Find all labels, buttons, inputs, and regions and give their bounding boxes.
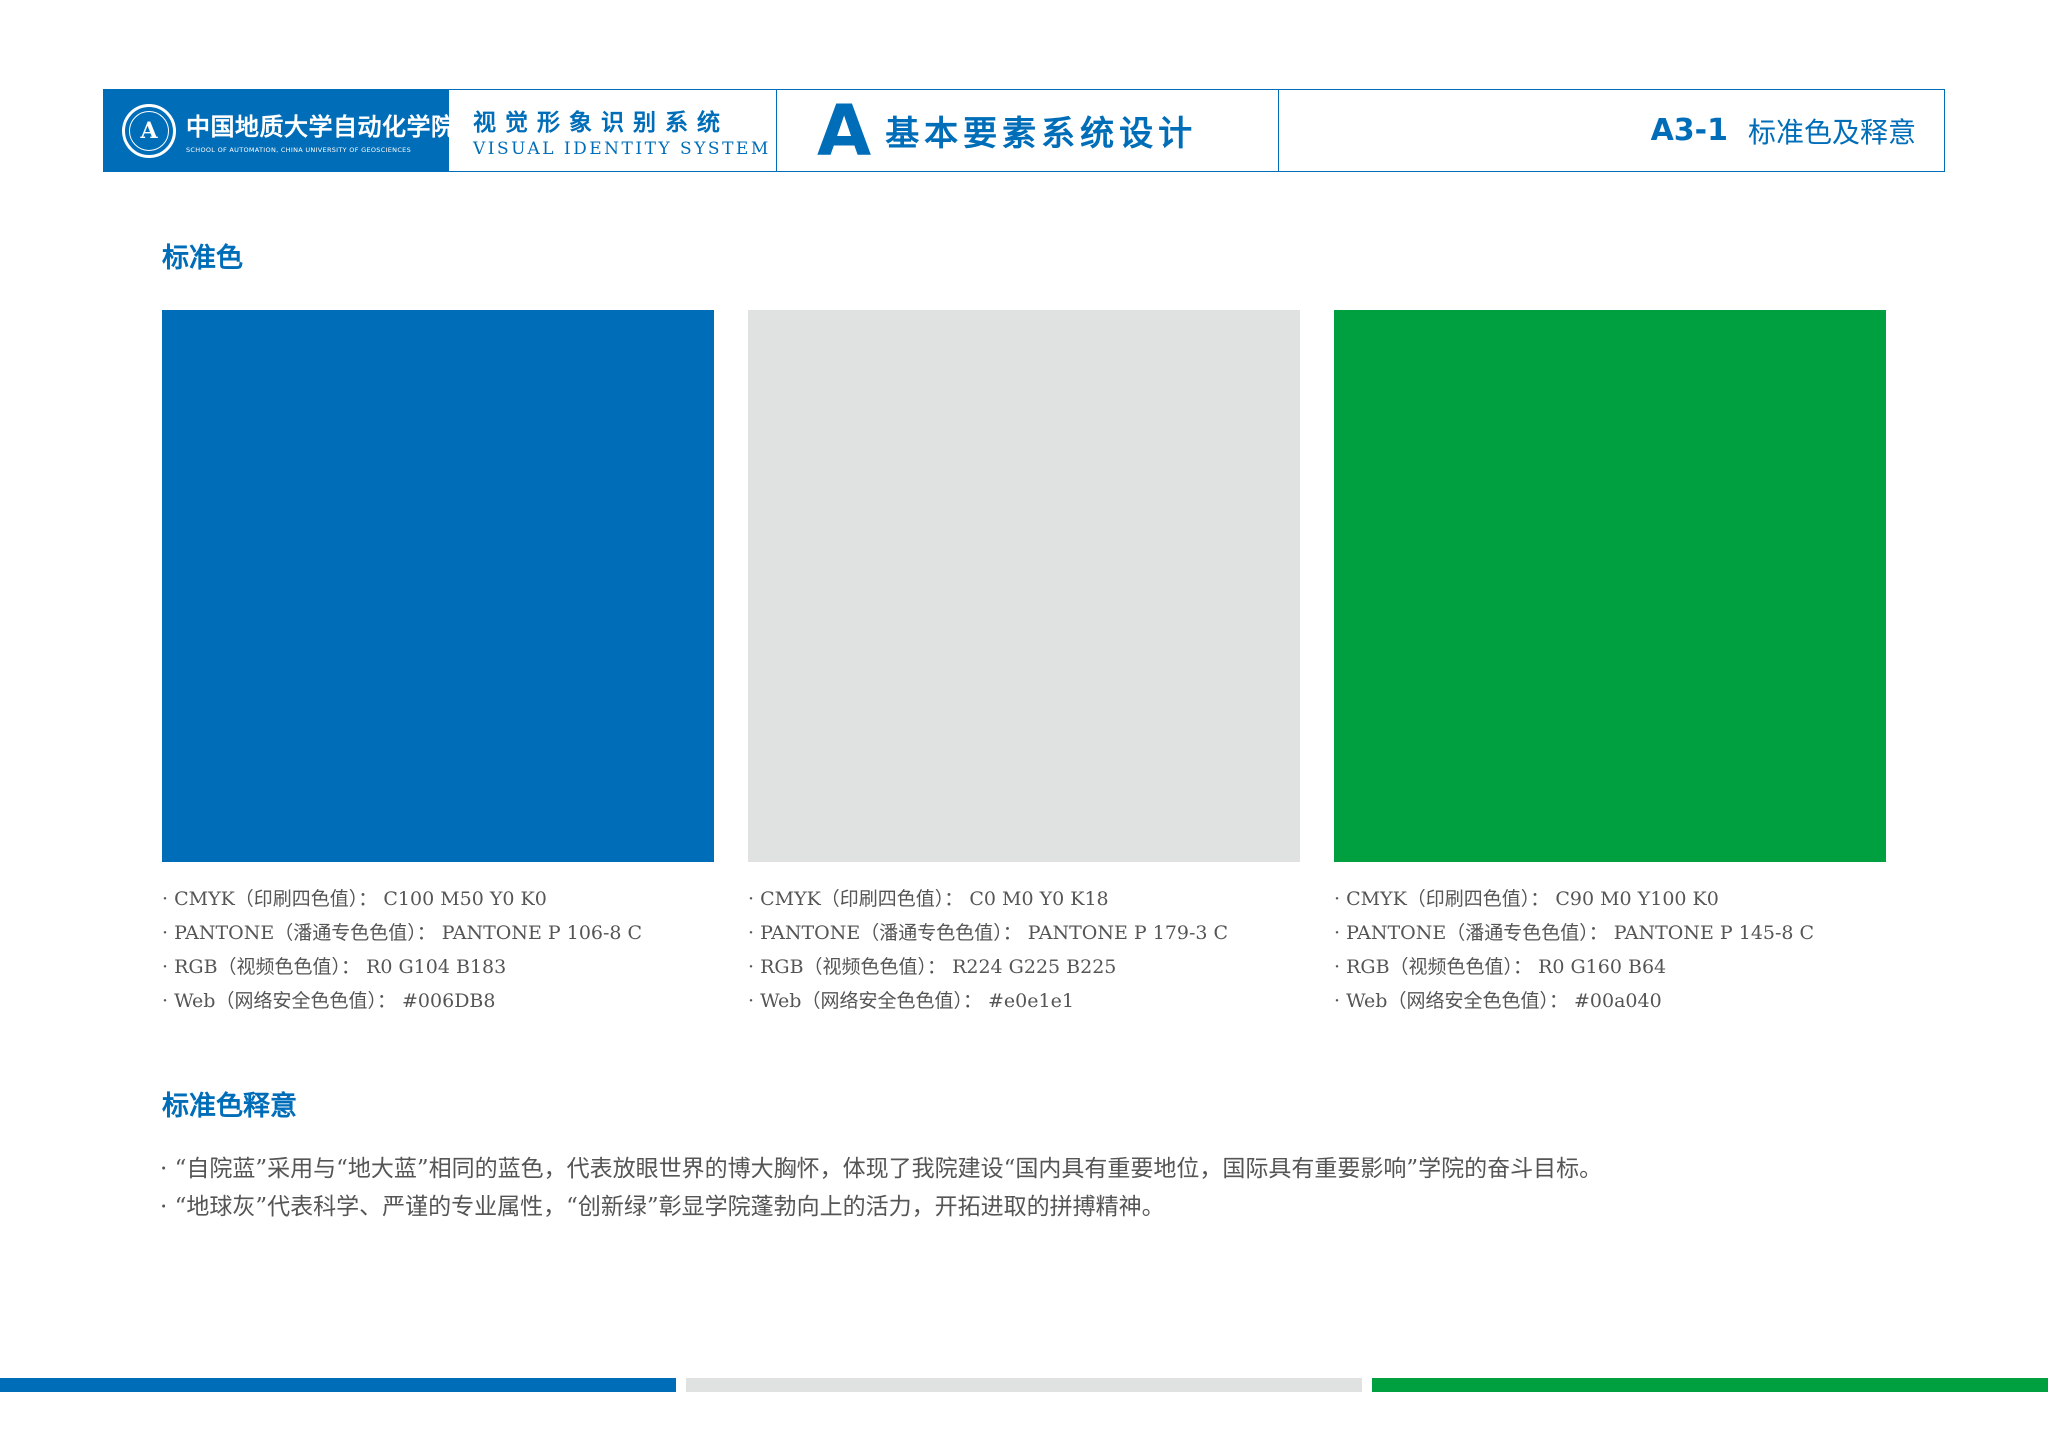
- spec-rgb: · RGB（视频色色值）： R0 G160 B64: [1334, 956, 1667, 978]
- footer-bar-gray: [686, 1378, 1362, 1392]
- page-label-block: A3-1 标准色及释意: [1279, 90, 1944, 171]
- spec-rgb: · RGB（视频色色值）： R224 G225 B225: [748, 956, 1117, 978]
- section-block: A 基本要素系统设计: [777, 90, 1279, 171]
- spec-cmyk: · CMYK（印刷四色值）： C90 M0 Y100 K0: [1334, 888, 1719, 910]
- vis-title-en: VISUAL IDENTITY SYSTEM: [473, 138, 771, 159]
- school-name-en: SCHOOL OF AUTOMATION, CHINA UNIVERSITY O…: [186, 146, 412, 154]
- spec-list-blue: · CMYK（印刷四色值）： C100 M50 Y0 K0 · PANTONE（…: [162, 882, 642, 1018]
- school-name-cn: 中国地质大学自动化学院: [186, 112, 456, 141]
- spec-rgb: · RGB（视频色色值）： R0 G104 B183: [162, 956, 507, 978]
- standard-colors-title: 标准色: [162, 243, 243, 274]
- spec-web: · Web（网络安全色色值）： #00a040: [1334, 990, 1662, 1012]
- page-name: 标准色及释意: [1747, 115, 1916, 149]
- meaning-line: · “自院蓝”采用与“地大蓝”相同的蓝色，代表放眼世界的博大胸怀，体现了我院建设…: [160, 1156, 1603, 1182]
- meaning-list: · “自院蓝”采用与“地大蓝”相同的蓝色，代表放眼世界的博大胸怀，体现了我院建设…: [160, 1150, 1602, 1226]
- spec-pantone: · PANTONE（潘通专色色值）： PANTONE P 106-8 C: [162, 922, 643, 944]
- spec-list-gray: · CMYK（印刷四色值）： C0 M0 Y0 K18 · PANTONE（潘通…: [748, 882, 1228, 1018]
- vis-title-cn: 视觉形象识别系统: [473, 109, 729, 136]
- page-header: A 中国地质大学自动化学院 SCHOOL OF AUTOMATION, CHIN…: [103, 89, 1945, 172]
- footer-bar-blue: [0, 1378, 676, 1392]
- spec-pantone: · PANTONE（潘通专色色值）： PANTONE P 145-8 C: [1334, 922, 1815, 944]
- spec-cmyk: · CMYK（印刷四色值）： C100 M50 Y0 K0: [162, 888, 547, 910]
- spec-list-green: · CMYK（印刷四色值）： C90 M0 Y100 K0 · PANTONE（…: [1334, 882, 1814, 1018]
- meaning-line: · “地球灰”代表科学、严谨的专业属性，“创新绿”彰显学院蓬勃向上的活力，开拓进…: [160, 1194, 1165, 1220]
- vis-title-block: 视觉形象识别系统 VISUAL IDENTITY SYSTEM: [449, 90, 777, 171]
- swatch-green: [1334, 310, 1886, 862]
- swatch-blue: [162, 310, 714, 862]
- spec-web: · Web（网络安全色色值）： #e0e1e1: [748, 990, 1074, 1012]
- swatch-gray: [748, 310, 1300, 862]
- school-logo-block: A 中国地质大学自动化学院 SCHOOL OF AUTOMATION, CHIN…: [104, 90, 455, 171]
- spec-pantone: · PANTONE（潘通专色色值）： PANTONE P 179-3 C: [748, 922, 1229, 944]
- spec-web: · Web（网络安全色色值）： #006DB8: [162, 990, 496, 1012]
- page-code: A3-1: [1650, 113, 1728, 148]
- meaning-title: 标准色释意: [162, 1091, 297, 1122]
- school-emblem-icon: A: [122, 103, 176, 158]
- footer-bar-green: [1372, 1378, 2048, 1392]
- school-name: 中国地质大学自动化学院 SCHOOL OF AUTOMATION, CHINA …: [186, 107, 456, 154]
- spec-cmyk: · CMYK（印刷四色值）： C0 M0 Y0 K18: [748, 888, 1109, 910]
- section-title: 基本要素系统设计: [885, 114, 1198, 154]
- section-letter: A: [817, 89, 872, 172]
